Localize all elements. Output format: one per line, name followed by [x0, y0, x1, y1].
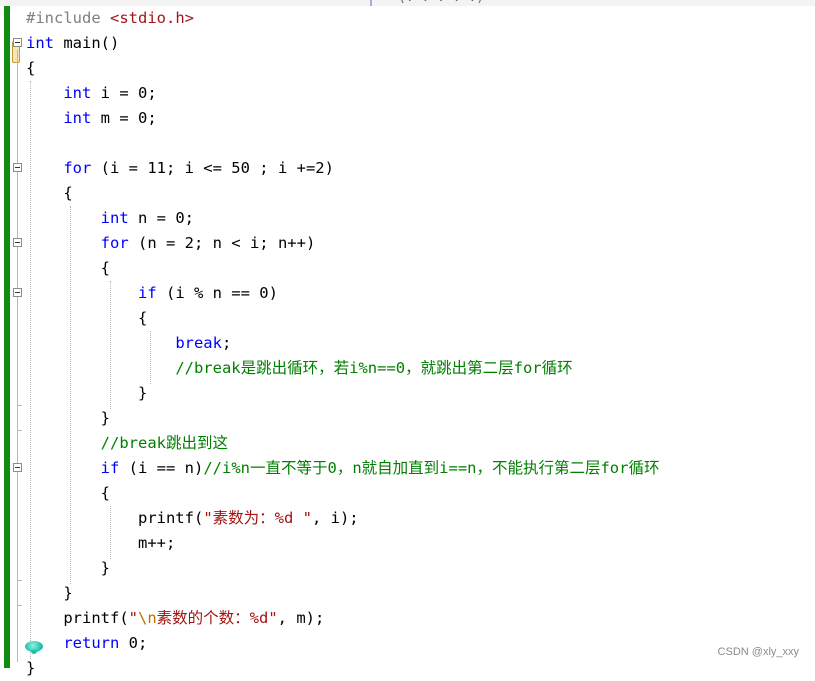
- outline-end-tick: [17, 405, 22, 406]
- code-line[interactable]: if (i == n)//i%n一直不等于0，n就自加直到i==n，不能执行第二…: [26, 456, 815, 481]
- code-token: }: [26, 384, 148, 402]
- code-line[interactable]: //break跳出到这: [26, 431, 815, 456]
- code-token: , m);: [277, 609, 325, 627]
- code-line[interactable]: return 0;: [26, 631, 815, 656]
- code-line[interactable]: }: [26, 656, 815, 681]
- code-token: return: [63, 634, 120, 652]
- code-token: ": [128, 609, 138, 627]
- code-token: }: [26, 559, 110, 577]
- code-line[interactable]: //break是跳出循环，若i%n==0，就跳出第二层for循环: [26, 356, 815, 381]
- code-token: n = 0;: [128, 209, 194, 227]
- code-token: {: [26, 259, 110, 277]
- outline-end-tick: [17, 580, 22, 581]
- code-line[interactable]: {: [26, 56, 815, 81]
- code-line[interactable]: }: [26, 406, 815, 431]
- code-line[interactable]: if (i % n == 0): [26, 281, 815, 306]
- code-token: (i = 11; i <= 50 ; i +=2): [91, 159, 334, 177]
- code-token: {: [26, 59, 36, 77]
- code-line[interactable]: }: [26, 581, 815, 606]
- code-token: int: [63, 84, 92, 102]
- outline-line-main: [17, 50, 18, 662]
- code-token: {: [26, 484, 110, 502]
- csdn-watermark: CSDN @xly_xxy: [717, 646, 799, 658]
- code-line[interactable]: printf("素数为：%d ", i);: [26, 506, 815, 531]
- code-token: printf(: [26, 509, 204, 527]
- code-token: {: [26, 309, 148, 327]
- fold-toggle-main[interactable]: [13, 38, 22, 47]
- fold-toggle-outer-for[interactable]: [13, 163, 22, 172]
- code-token: m++;: [26, 534, 176, 552]
- code-editor[interactable]: #include <stdio.h> int main(){ int i = 0;…: [26, 6, 815, 681]
- code-token: #include: [26, 9, 110, 27]
- code-line[interactable]: {: [26, 306, 815, 331]
- outlining-gutter: [10, 6, 26, 668]
- code-line[interactable]: }: [26, 381, 815, 406]
- code-token: 0;: [119, 634, 148, 652]
- outline-end-tick: [17, 605, 22, 606]
- code-line[interactable]: int n = 0;: [26, 206, 815, 231]
- code-token: //i%n一直不等于0，n就自加直到i==n，不能执行第二层for循环: [203, 459, 660, 477]
- code-token: }: [26, 659, 36, 677]
- code-token: ;: [221, 334, 232, 352]
- code-line[interactable]: for (i = 11; i <= 50 ; i +=2): [26, 156, 815, 181]
- outline-end-tick: [17, 430, 22, 431]
- code-line[interactable]: int m = 0;: [26, 106, 815, 131]
- code-token: <stdio.h>: [110, 9, 194, 27]
- code-token: (i == n): [119, 459, 204, 477]
- code-line[interactable]: for (n = 2; n < i; n++): [26, 231, 815, 256]
- breakpoint-glyph-icon[interactable]: [25, 641, 43, 654]
- fold-toggle-if-equal[interactable]: [13, 463, 22, 472]
- code-token: 素数的个数：%d": [156, 609, 278, 627]
- fold-toggle-if-mod[interactable]: [13, 288, 22, 297]
- code-line[interactable]: {: [26, 181, 815, 206]
- fold-toggle-inner-for[interactable]: [13, 238, 22, 247]
- code-token: m = 0;: [91, 109, 157, 127]
- code-token: printf(: [26, 609, 129, 627]
- code-token: main(): [54, 34, 120, 52]
- code-token: int: [100, 209, 129, 227]
- code-token: if: [100, 459, 120, 477]
- code-token: (n = 2; n < i; n++): [128, 234, 316, 252]
- code-token: i = 0;: [91, 84, 157, 102]
- tab-fragment: (. . . . .): [398, 0, 484, 5]
- code-token: for: [63, 159, 92, 177]
- code-line[interactable]: break;: [26, 331, 815, 356]
- code-token: if: [137, 284, 157, 302]
- code-token: //break跳出到这: [100, 434, 228, 452]
- code-line[interactable]: [26, 131, 815, 156]
- code-token: //break是跳出循环，若i%n==0，就跳出第二层for循环: [175, 359, 573, 377]
- code-token: \n: [138, 609, 157, 627]
- code-line[interactable]: #include <stdio.h>: [26, 6, 815, 31]
- code-line[interactable]: }: [26, 556, 815, 581]
- code-token: , i);: [311, 509, 359, 527]
- code-line[interactable]: int i = 0;: [26, 81, 815, 106]
- code-line[interactable]: printf("\n素数的个数：%d", m);: [26, 606, 815, 631]
- code-token: int: [63, 109, 92, 127]
- code-token: (i % n == 0): [156, 284, 278, 302]
- code-token: }: [26, 409, 110, 427]
- code-token: int: [26, 34, 54, 52]
- code-line[interactable]: m++;: [26, 531, 815, 556]
- code-token: break: [175, 334, 222, 352]
- code-token: {: [26, 184, 73, 202]
- code-token: for: [100, 234, 129, 252]
- code-line[interactable]: int main(): [26, 31, 815, 56]
- code-line[interactable]: {: [26, 256, 815, 281]
- code-line[interactable]: {: [26, 481, 815, 506]
- code-token: "素数为：%d ": [203, 509, 312, 527]
- code-token: }: [26, 584, 73, 602]
